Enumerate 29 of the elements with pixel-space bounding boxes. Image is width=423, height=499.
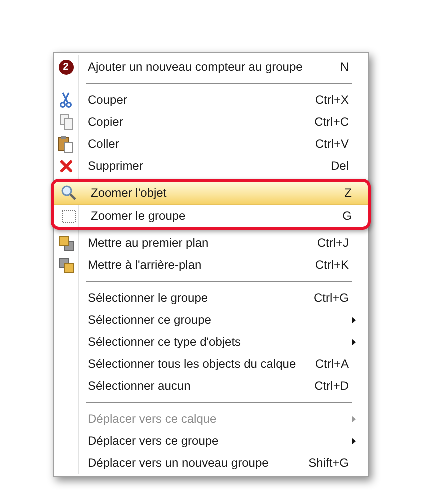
scissors-icon xyxy=(59,92,73,108)
menu-item[interactable]: Supprimer Del xyxy=(54,155,368,177)
menu-item[interactable]: Copier Ctrl+C xyxy=(54,111,368,133)
menu-item[interactable]: Sélectionner ce groupe xyxy=(54,309,368,331)
copy-icon xyxy=(58,114,74,130)
menu-item[interactable]: Coller Ctrl+V xyxy=(54,133,368,155)
submenu-arrow-icon xyxy=(352,339,356,346)
submenu-arrow-icon xyxy=(352,438,356,445)
menu-item[interactable]: Sélectionner le groupe Ctrl+G xyxy=(54,287,368,309)
menu-item[interactable]: Zoomer l'objet Z xyxy=(54,182,368,205)
menu-item[interactable]: Déplacer vers ce groupe xyxy=(54,430,368,452)
submenu-arrow-icon xyxy=(352,416,356,423)
menu-item[interactable]: Déplacer vers un nouveau groupe Shift+G xyxy=(54,452,368,474)
bring-to-front-icon xyxy=(58,236,74,250)
dotted-rectangle-icon xyxy=(62,210,76,222)
delete-icon xyxy=(60,160,72,172)
menu-item[interactable]: Zoomer le groupe G xyxy=(54,205,368,227)
submenu-arrow-icon xyxy=(352,317,356,324)
menu-item[interactable]: 2 Ajouter un nouveau compteur au groupe N xyxy=(54,56,368,78)
magnifier-icon xyxy=(61,185,77,201)
menu-item[interactable]: Sélectionner aucun Ctrl+D xyxy=(54,375,368,397)
clipboard-icon xyxy=(58,136,74,152)
menu-item[interactable]: Sélectionner ce type d'objets xyxy=(54,331,368,353)
menu-item[interactable]: Mettre à l'arrière-plan Ctrl+K xyxy=(54,254,368,276)
menu-item[interactable]: Mettre au premier plan Ctrl+J xyxy=(54,232,368,254)
menu-item[interactable]: Sélectionner tous les objects du calque Ctrl+A xyxy=(54,353,368,375)
send-to-back-icon xyxy=(58,258,74,272)
counter-badge: 2 xyxy=(58,60,74,74)
menu-item[interactable]: Couper Ctrl+X xyxy=(54,89,368,111)
